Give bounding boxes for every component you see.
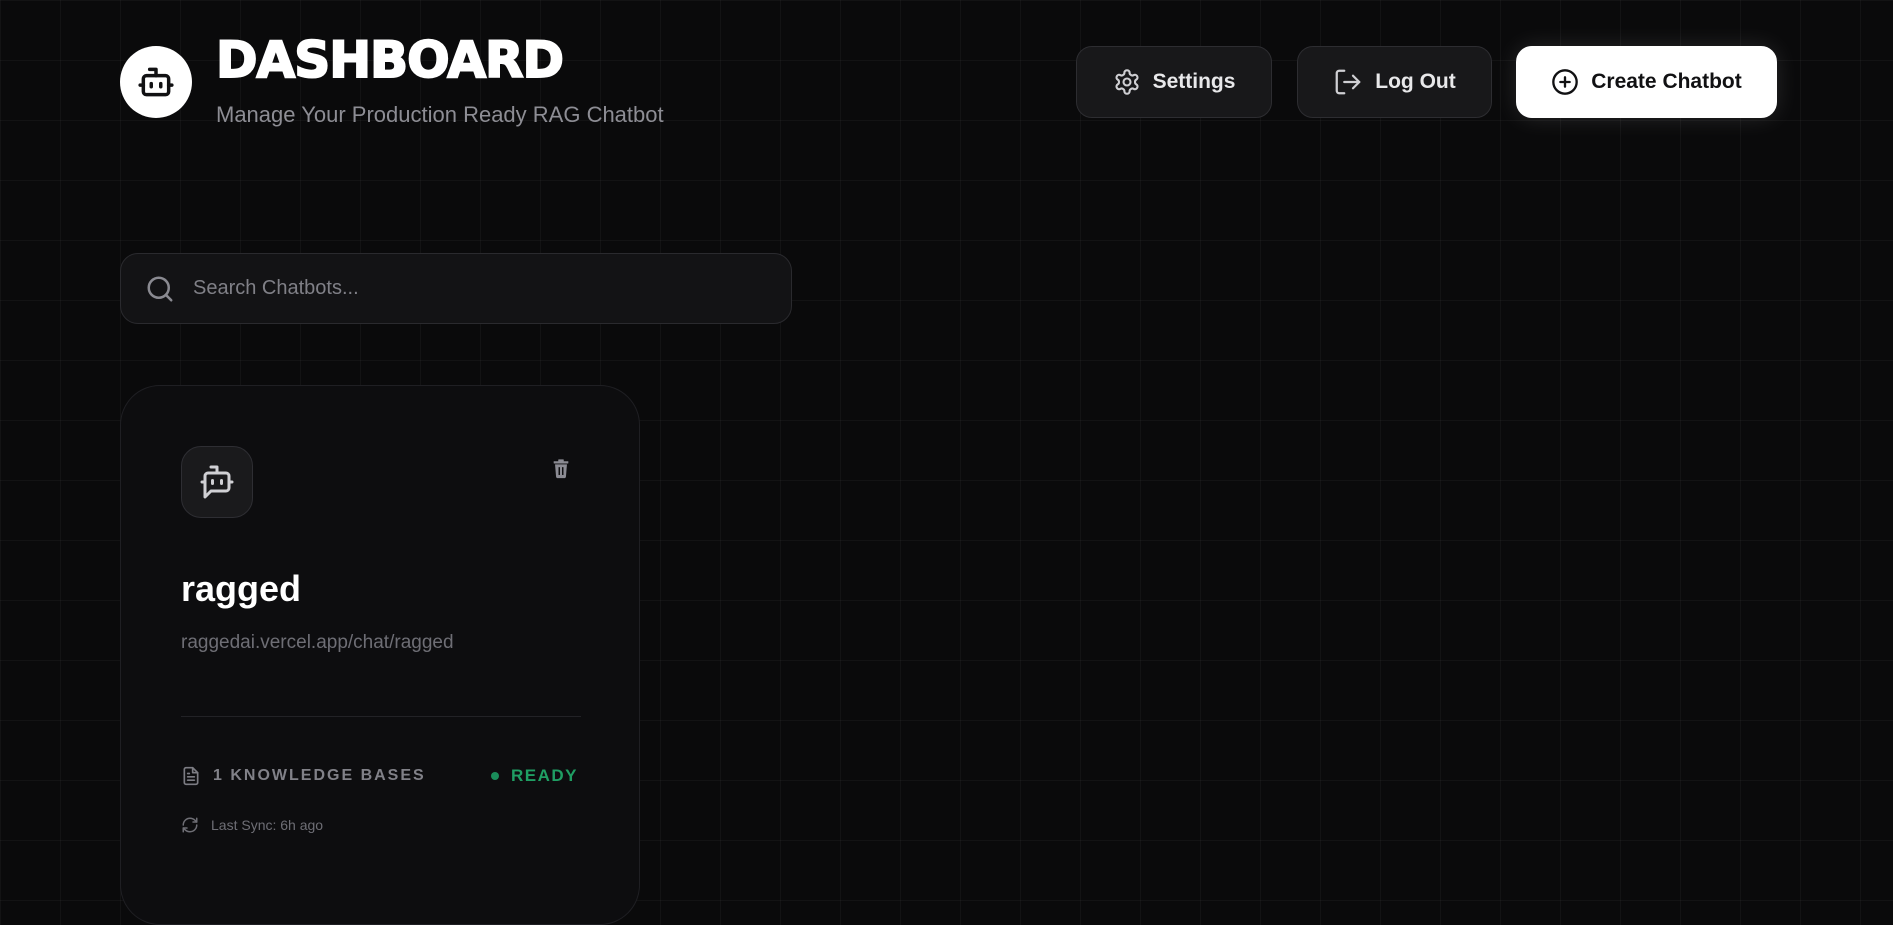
create-chatbot-button[interactable]: Create Chatbot: [1516, 46, 1777, 118]
card-divider: [181, 716, 581, 717]
refresh-icon: [182, 817, 198, 833]
chatbot-url: raggedai.vercel.app/chat/ragged: [181, 632, 454, 653]
trash-icon: [553, 459, 569, 479]
status-dot: [491, 772, 499, 780]
gear-icon: [1115, 69, 1139, 95]
settings-button[interactable]: Settings: [1076, 46, 1272, 118]
search-icon: [147, 276, 173, 301]
status-badge: READY: [491, 766, 578, 786]
chatbot-card[interactable]: ragged raggedai.vercel.app/chat/ragged 1…: [120, 385, 640, 925]
last-sync-info: Last Sync: 6h ago: [181, 816, 323, 834]
page-subtitle: Manage Your Production Ready RAG Chatbot: [216, 102, 664, 127]
status-label: READY: [511, 766, 579, 785]
logout-icon: [1335, 69, 1361, 95]
plus-circle-icon: [1552, 69, 1579, 95]
logout-button[interactable]: Log Out: [1297, 46, 1492, 118]
knowledge-bases-info: 1 KNOWLEDGE BASES: [181, 766, 426, 786]
knowledge-bases-count: 1 KNOWLEDGE BASES: [213, 767, 426, 784]
chatbot-name: ragged: [181, 568, 302, 609]
search-bar: [120, 253, 792, 324]
settings-label: Settings: [1152, 70, 1236, 93]
logout-label: Log Out: [1375, 70, 1456, 93]
robot-icon: [138, 67, 174, 97]
page-title: DASHBOARD: [215, 30, 565, 90]
last-sync-label: Last Sync: 6h ago: [211, 817, 324, 833]
document-icon: [183, 766, 199, 786]
chatbot-avatar: [181, 446, 253, 518]
bot-message-icon: [200, 465, 234, 499]
logo: [120, 46, 192, 118]
delete-chatbot-button[interactable]: [545, 453, 577, 485]
create-chatbot-label: Create Chatbot: [1591, 70, 1742, 93]
search-input[interactable]: [191, 276, 755, 301]
